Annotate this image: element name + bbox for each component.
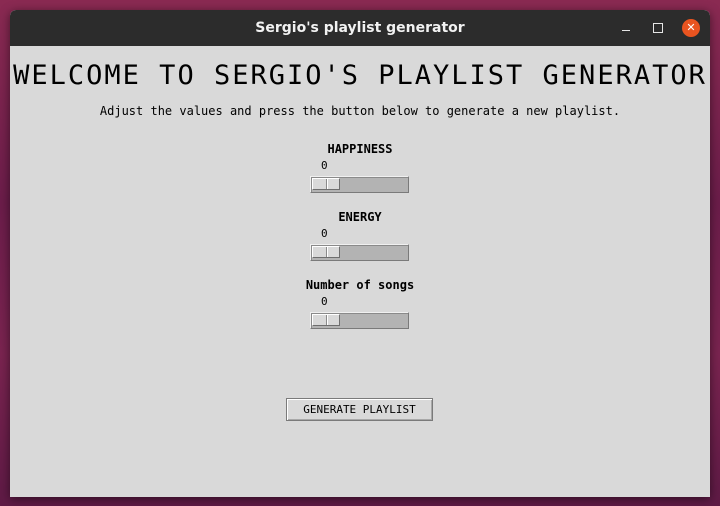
energy-slider[interactable] — [310, 244, 409, 261]
maximize-button[interactable] — [649, 19, 667, 37]
energy-slider-handle[interactable] — [312, 246, 340, 258]
generate-playlist-button[interactable]: GENERATE PLAYLIST — [286, 398, 433, 421]
happiness-label: HAPPINESS — [327, 142, 393, 156]
songs-slider-handle[interactable] — [312, 314, 340, 326]
minimize-icon — [622, 30, 630, 31]
title-bar[interactable]: Sergio's playlist generator ✕ — [10, 10, 710, 46]
songs-scale: Number of songs 0 — [10, 277, 710, 329]
minimize-button[interactable] — [617, 19, 635, 37]
happiness-slider[interactable] — [310, 176, 409, 193]
songs-label: Number of songs — [305, 278, 415, 292]
instructions-text: Adjust the values and press the button b… — [99, 104, 621, 118]
energy-value: 0 — [321, 227, 328, 240]
energy-scale: ENERGY 0 — [10, 209, 710, 261]
maximize-icon — [653, 22, 663, 33]
energy-label: ENERGY — [338, 210, 382, 224]
happiness-value: 0 — [321, 159, 328, 172]
songs-slider[interactable] — [310, 312, 409, 329]
close-button[interactable]: ✕ — [682, 19, 700, 37]
songs-value: 0 — [321, 295, 328, 308]
page-title: WELCOME TO SERGIO'S PLAYLIST GENERATOR — [13, 60, 707, 91]
app-window: Sergio's playlist generator ✕ WELCOME TO… — [10, 10, 710, 497]
window-title: Sergio's playlist generator — [255, 20, 465, 36]
happiness-slider-handle[interactable] — [312, 178, 340, 190]
close-icon: ✕ — [686, 21, 696, 34]
happiness-scale: HAPPINESS 0 — [10, 141, 710, 193]
main-content: WELCOME TO SERGIO'S PLAYLIST GENERATOR A… — [10, 46, 710, 497]
